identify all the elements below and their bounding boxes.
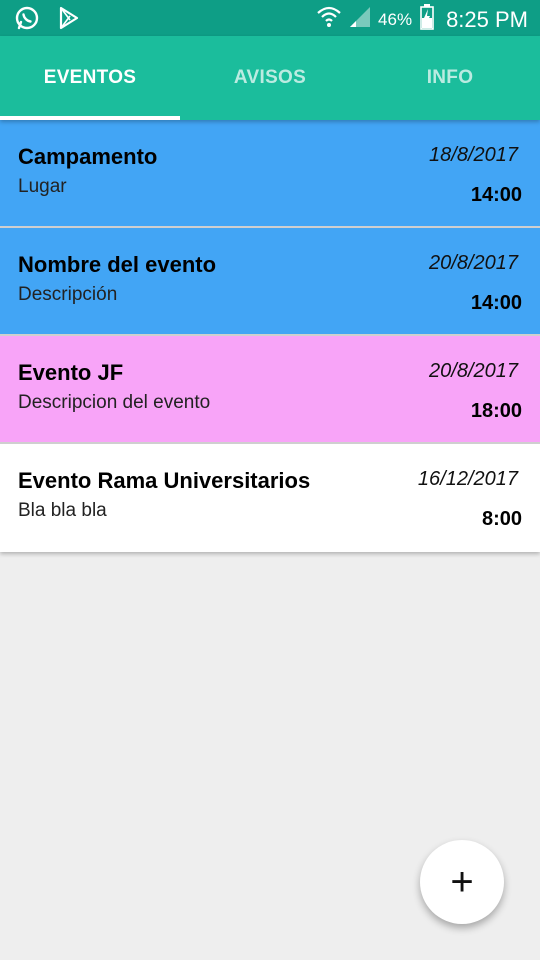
tab-indicator: [0, 116, 180, 120]
status-right-icons: 46% 8:25 PM: [316, 4, 528, 36]
event-card[interactable]: Nombre del evento Descripción 20/8/2017 …: [0, 228, 540, 336]
battery-percentage: 46%: [378, 10, 413, 29]
whatsapp-icon: [14, 5, 40, 36]
event-title: Evento JF: [18, 360, 124, 385]
event-title: Nombre del evento: [18, 252, 217, 277]
battery-charging-icon: [420, 4, 434, 36]
event-date: 20/8/2017: [429, 252, 518, 274]
event-description: Lugar: [18, 176, 67, 197]
play-store-icon: [58, 6, 80, 35]
status-left-icons: [14, 5, 80, 36]
event-date: 20/8/2017: [429, 360, 518, 382]
tab-info[interactable]: INFO: [360, 36, 540, 120]
event-time: 8:00: [481, 508, 522, 530]
event-time: 18:00: [470, 400, 522, 422]
event-card[interactable]: Evento Rama Universitarios Bla bla bla 1…: [0, 444, 540, 552]
tab-avisos[interactable]: AVISOS: [180, 36, 360, 120]
event-title: Evento Rama Universitarios: [18, 468, 311, 493]
event-date: 16/12/2017: [417, 468, 518, 490]
tab-eventos[interactable]: EVENTOS: [0, 36, 180, 120]
clock: 8:25 PM: [446, 7, 528, 32]
add-icon: +: [450, 859, 474, 904]
event-description: Descripcion del evento: [18, 392, 211, 413]
event-description: Descripción: [18, 284, 118, 305]
event-card[interactable]: Evento JF Descripcion del evento 20/8/20…: [0, 336, 540, 444]
event-list: Campamento Lugar 18/8/2017 14:00 Nombre …: [0, 120, 540, 552]
event-description: Bla bla bla: [18, 500, 107, 521]
event-time: 14:00: [470, 184, 522, 206]
event-time: 14:00: [470, 292, 522, 314]
event-card[interactable]: Campamento Lugar 18/8/2017 14:00: [0, 120, 540, 228]
add-event-button[interactable]: +: [420, 840, 504, 924]
tab-bar: EVENTOS AVISOS INFO: [0, 36, 540, 120]
event-date: 18/8/2017: [429, 144, 518, 166]
signal-icon: [348, 5, 372, 35]
status-bar: 46% 8:25 PM: [0, 0, 540, 36]
wifi-icon: [316, 5, 342, 35]
event-title: Campamento: [18, 144, 158, 169]
